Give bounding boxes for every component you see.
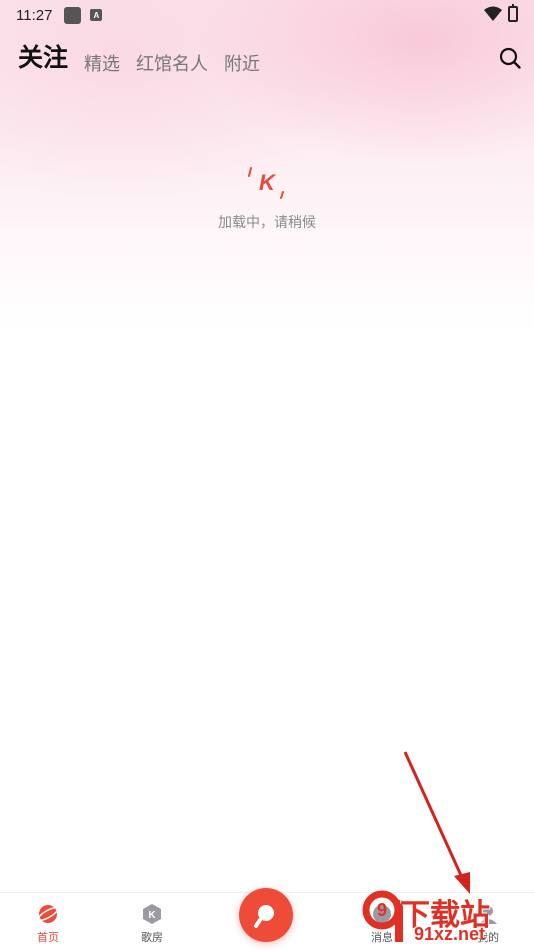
tab-following[interactable]: 关注 xyxy=(18,38,68,80)
nav-label-song-room: 歌房 xyxy=(141,931,163,944)
notification-app-icon xyxy=(64,6,82,24)
status-indicators xyxy=(484,4,518,22)
nav-item-song-room[interactable]: K 歌房 xyxy=(122,903,182,945)
nav-label-home: 首页 xyxy=(37,931,59,944)
status-bar: 11:27 A xyxy=(0,0,534,30)
tab-featured[interactable]: 精选 xyxy=(84,50,120,80)
planet-icon xyxy=(37,903,59,925)
watermark-site: 91xz.net xyxy=(414,924,486,944)
svg-text:K: K xyxy=(148,910,156,921)
search-icon xyxy=(499,47,521,69)
loading-indicator: K 加载中，请稍候 xyxy=(0,160,534,232)
top-tab-bar: 关注 精选 红馆名人 附近 xyxy=(18,40,276,80)
tab-nearby[interactable]: 附近 xyxy=(224,50,260,80)
search-mic-icon xyxy=(254,905,274,928)
center-search-button[interactable] xyxy=(239,888,293,942)
watermark: 9 下载站 91xz.net xyxy=(362,888,534,950)
notification-badge-icon: A xyxy=(90,9,103,21)
loading-text: 加载中，请稍候 xyxy=(218,215,316,231)
annotation-arrow xyxy=(403,751,470,894)
k-room-icon: K xyxy=(141,903,163,925)
wifi-icon xyxy=(484,6,502,21)
watermark-number: 9 xyxy=(377,900,387,920)
nav-item-home[interactable]: 首页 xyxy=(18,903,78,945)
status-time: 11:27 xyxy=(16,6,53,24)
battery-icon xyxy=(508,4,518,22)
search-button[interactable] xyxy=(498,46,522,70)
tab-celebrities[interactable]: 红馆名人 xyxy=(136,50,208,80)
k-logo-letter: K xyxy=(259,170,277,195)
k-logo-icon: K xyxy=(245,160,289,204)
